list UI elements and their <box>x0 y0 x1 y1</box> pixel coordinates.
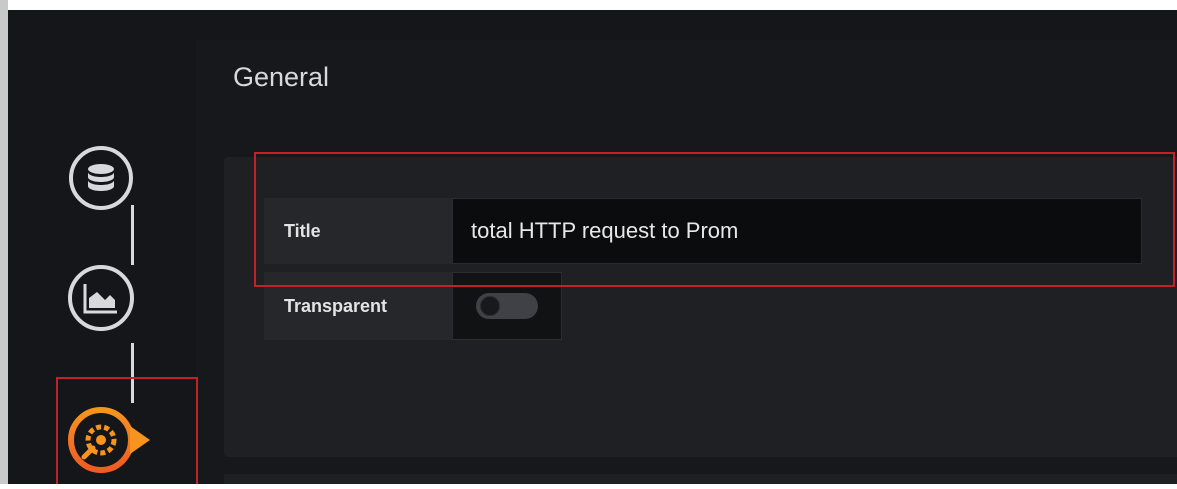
step-general[interactable] <box>66 402 176 484</box>
step-visualization[interactable] <box>68 265 134 331</box>
transparent-row: Transparent <box>264 272 562 340</box>
title-input[interactable]: total HTTP request to Prom <box>452 198 1142 264</box>
section-title: General <box>233 62 330 92</box>
transparent-toggle[interactable] <box>476 293 538 319</box>
step-connector <box>131 205 134 265</box>
database-icon <box>88 164 114 191</box>
next-options-panel <box>224 474 1177 484</box>
window-edge <box>0 0 8 484</box>
area-chart-icon <box>83 284 117 314</box>
toggle-knob <box>480 296 500 316</box>
step-connector <box>131 343 134 403</box>
cog-wrench-icon <box>68 407 150 473</box>
title-label: Title <box>264 198 452 264</box>
transparent-toggle-cell <box>452 272 562 340</box>
transparent-label: Transparent <box>264 272 452 340</box>
title-row: Title total HTTP request to Prom <box>264 198 1142 264</box>
step-queries[interactable] <box>69 146 133 210</box>
